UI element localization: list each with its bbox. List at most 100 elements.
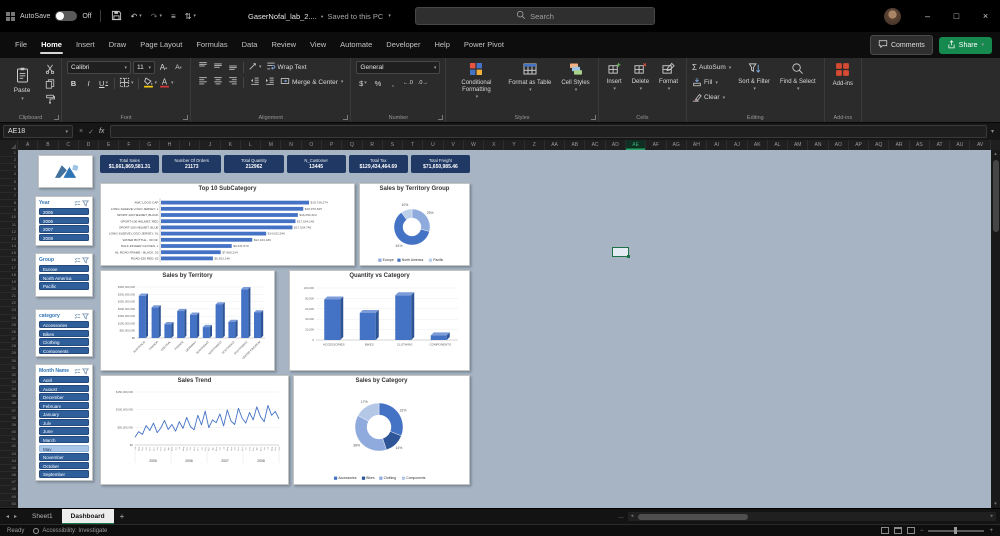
italic-button[interactable]: I — [82, 77, 95, 89]
currency-format-button[interactable]: $ ▾ — [356, 77, 369, 89]
chart-top10[interactable]: Top 10 SubCategory AWC LOGO CAP $19,736,27… — [100, 183, 355, 266]
horizontal-scroll-thumb[interactable] — [638, 513, 748, 520]
wrap-text-button[interactable]: Wrap Text — [264, 61, 309, 73]
conditional-formatting-button[interactable]: Conditional Formatting ▾ — [451, 61, 501, 101]
align-bottom-button[interactable] — [226, 61, 239, 73]
minimize-button[interactable]: – — [913, 0, 942, 32]
column-header-T[interactable]: T — [403, 140, 424, 150]
scroll-down-icon[interactable]: ▾ — [991, 500, 1000, 508]
slicer-item-bikes[interactable]: Bikes — [39, 329, 89, 337]
cancel-button[interactable]: × — [79, 128, 83, 135]
slicer-item-august[interactable]: August — [39, 384, 89, 392]
name-box[interactable]: AE18 ▾ — [3, 125, 73, 138]
slicer-item-march[interactable]: March — [39, 436, 89, 444]
horizontal-scrollbar[interactable]: ◂ ▸ — [628, 512, 996, 521]
cell-styles-button[interactable]: Cell Styles ▾ — [558, 61, 592, 101]
tab-data[interactable]: Data — [235, 34, 265, 56]
copy-button[interactable] — [43, 79, 56, 91]
clear-filter-icon[interactable] — [81, 194, 90, 212]
chart-territory-group[interactable]: Sales by Territory Group 29% 61% 10% Europe N… — [359, 183, 470, 266]
align-left-button[interactable] — [196, 76, 209, 88]
decrease-indent-button[interactable] — [248, 76, 261, 88]
zoom-in-button[interactable]: + — [989, 528, 993, 534]
column-header-AM[interactable]: AM — [788, 140, 809, 150]
column-header-G[interactable]: G — [140, 140, 160, 150]
slicer-item-december[interactable]: December — [39, 393, 89, 401]
column-header-O[interactable]: O — [302, 140, 322, 150]
cut-button[interactable] — [43, 64, 56, 76]
clear-filter-icon[interactable] — [81, 251, 90, 269]
column-header-Y[interactable]: Y — [504, 140, 525, 150]
column-header-Z[interactable]: Z — [525, 140, 545, 150]
increase-indent-button[interactable] — [263, 76, 276, 88]
slicer-item-2007[interactable]: 2007 — [39, 225, 89, 233]
chart-sales-trend[interactable]: Sales Trend $0 $50,000,000 $100,000,000 $150… — [100, 375, 289, 485]
column-header-B[interactable]: B — [38, 140, 59, 150]
column-header-AP[interactable]: AP — [849, 140, 870, 150]
column-header-AI[interactable]: AI — [707, 140, 728, 150]
format-painter-button[interactable] — [43, 94, 56, 106]
format-cells-button[interactable]: Format ▾ — [656, 61, 681, 94]
column-header-L[interactable]: L — [241, 140, 262, 150]
merge-center-button[interactable]: Merge & Center ▾ — [278, 76, 345, 88]
column-header-AD[interactable]: AD — [606, 140, 626, 150]
slicer-item-2006[interactable]: 2006 — [39, 216, 89, 224]
clear-filter-icon[interactable] — [81, 307, 90, 325]
vertical-scrollbar[interactable]: ▴ ▾ — [991, 150, 1000, 508]
zoom-slider[interactable] — [928, 527, 985, 534]
chart-sales-territory[interactable]: Sales by Territory $0 $50,000,000 $100,000,… — [100, 270, 275, 371]
select-all-corner[interactable] — [0, 140, 18, 150]
increase-font-button[interactable]: A ▴ — [157, 62, 170, 74]
column-header-AT[interactable]: AT — [930, 140, 951, 150]
align-middle-button[interactable] — [211, 61, 224, 73]
chart-sales-category[interactable]: Sales by Category 31% 14% 38% 17% Accessories… — [293, 375, 470, 485]
increase-decimal-button[interactable]: ←.0 — [401, 77, 414, 89]
slicer-item-january[interactable]: January — [39, 410, 89, 418]
vertical-scroll-thumb[interactable] — [992, 160, 999, 232]
scroll-up-icon[interactable]: ▴ — [991, 150, 1000, 158]
delete-cells-button[interactable]: Delete ▾ — [629, 61, 652, 94]
slicer-item-october[interactable]: October — [39, 461, 89, 470]
multi-select-icon[interactable] — [74, 251, 81, 269]
tab-formulas[interactable]: Formulas — [189, 34, 234, 56]
column-header-M[interactable]: M — [261, 140, 282, 150]
column-header-E[interactable]: E — [99, 140, 120, 150]
clear-button[interactable]: Clear ▾ — [692, 91, 731, 104]
insert-cells-button[interactable]: Insert ▾ — [604, 61, 625, 94]
slicer-item-may[interactable]: May — [39, 444, 89, 453]
column-header-A[interactable]: A — [18, 140, 39, 150]
underline-button[interactable]: U ▾ — [97, 77, 110, 89]
tab-insert[interactable]: Insert — [69, 34, 102, 56]
clear-filter-icon[interactable] — [81, 362, 90, 380]
column-header-X[interactable]: X — [484, 140, 505, 150]
slicer-item-2008[interactable]: 2008 — [39, 233, 89, 242]
multi-select-icon[interactable] — [74, 194, 81, 212]
quick-menu-button[interactable]: ≡ — [169, 11, 178, 22]
sheet-nav-right-icon[interactable]: ▸ — [14, 513, 17, 520]
column-header-AE[interactable]: AE — [625, 140, 647, 150]
scroll-left-icon[interactable]: ◂ — [628, 512, 636, 521]
column-header-AQ[interactable]: AQ — [869, 140, 890, 150]
enter-button[interactable]: ✓ — [88, 128, 94, 136]
tab-page-layout[interactable]: Page Layout — [133, 34, 189, 56]
zoom-slider-thumb[interactable] — [954, 527, 958, 534]
column-header-J[interactable]: J — [200, 140, 221, 150]
column-header-S[interactable]: S — [383, 140, 404, 150]
tab-developer[interactable]: Developer — [379, 34, 427, 56]
column-header-D[interactable]: D — [79, 140, 100, 150]
save-button[interactable] — [109, 9, 124, 24]
column-header-C[interactable]: C — [59, 140, 79, 150]
percent-format-button[interactable]: % — [371, 77, 384, 89]
avatar[interactable] — [884, 7, 901, 25]
maximize-button[interactable]: □ — [942, 0, 971, 32]
tab-view[interactable]: View — [303, 34, 333, 56]
tab-automate[interactable]: Automate — [333, 34, 379, 56]
document-title[interactable]: GaserNofal_lab_2.... • Saved to this PC … — [248, 0, 391, 32]
search-input[interactable]: Search — [415, 7, 655, 25]
slicer-item-june[interactable]: June — [39, 427, 89, 435]
tab-home[interactable]: Home — [34, 34, 69, 56]
column-header-AJ[interactable]: AJ — [727, 140, 748, 150]
formula-bar-expand-icon[interactable]: ▾ — [991, 128, 1000, 135]
column-header-H[interactable]: H — [160, 140, 181, 150]
column-header-U[interactable]: U — [423, 140, 444, 150]
